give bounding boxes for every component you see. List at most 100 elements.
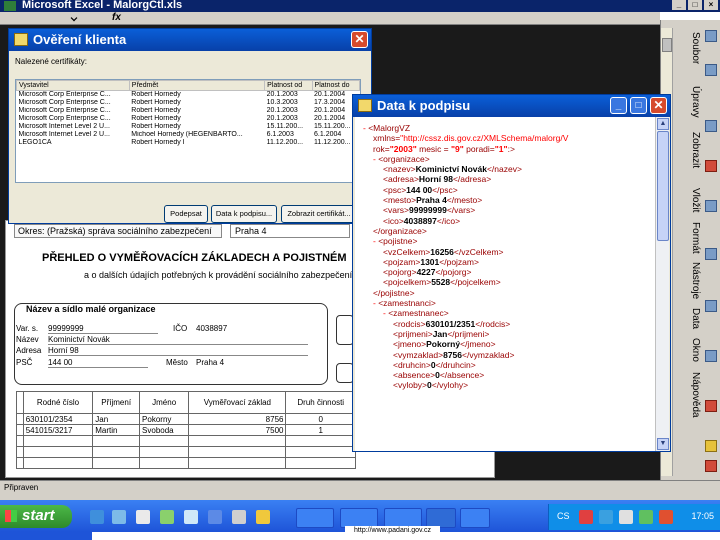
tray-icon-3[interactable] [619,510,633,524]
cell[interactable] [92,446,141,458]
fill-color-icon[interactable] [705,440,717,452]
cell[interactable] [22,457,94,469]
psc-value[interactable]: 144 00 [48,358,148,368]
media-player-icon[interactable] [136,510,150,524]
list-item[interactable]: Microsoft Corp Enterprise C... Robert Hor… [17,107,360,115]
cell[interactable]: Svoboda [139,424,190,436]
xml-content[interactable]: - <MalorgVZ xmlns="http://cssz.dis.gov.cz… [355,117,655,451]
col-predmet[interactable]: Předmět [128,80,266,91]
open-file-icon[interactable] [705,64,717,76]
okres-value[interactable]: Praha 4 [230,224,350,238]
scrollbar-thumb[interactable] [662,38,672,52]
taskbar-task-2[interactable] [340,508,378,528]
close-excel-button[interactable]: × [704,0,718,10]
close-button[interactable]: ✕ [650,97,667,114]
messenger-icon[interactable] [160,510,174,524]
cell[interactable] [22,446,94,458]
taskbar-task-3[interactable] [384,508,422,528]
new-file-icon[interactable] [705,30,717,42]
menu-zobrazit[interactable]: Zobrazit [679,132,701,168]
scroll-up-icon[interactable]: ▲ [657,118,669,130]
cell[interactable]: 8756 [188,413,287,425]
cell[interactable] [188,446,287,458]
chart-icon[interactable] [705,400,717,412]
tray-icon-1[interactable] [579,510,593,524]
tray-icon-4[interactable] [639,510,653,524]
dropdown-arrow-icon[interactable] [70,14,78,22]
minimize-button[interactable]: _ [610,97,627,114]
taskbar-task-1[interactable] [296,508,334,528]
scroll-down-icon[interactable]: ▼ [657,438,669,450]
cell[interactable] [139,435,190,447]
cell[interactable] [285,457,356,469]
col-platnost-do[interactable]: Platnost do [311,80,361,91]
copy-icon[interactable] [705,200,717,212]
ie-icon[interactable] [90,510,104,524]
paste-icon[interactable] [705,248,717,260]
notepad-icon[interactable] [232,510,246,524]
certificate-list[interactable]: Vystavitel Předmět Platnost od Platnost … [15,79,361,183]
list-item[interactable]: LEGO1CA Robert Hornedy I 11.12.200... 11.12… [17,139,360,147]
ico-value[interactable]: 4038897 [196,324,227,333]
font-color-icon[interactable] [705,460,717,472]
cell[interactable] [188,435,287,447]
col-vystavitel[interactable]: Vystavitel [16,80,130,91]
minimize-button[interactable]: _ [672,0,686,10]
outlook-icon[interactable] [112,510,126,524]
list-item[interactable]: Microsoft Internet Level 2 U... Michoel H… [17,131,360,139]
cell[interactable] [285,446,356,458]
maximize-button[interactable]: □ [630,97,647,114]
scrollbar-thumb[interactable] [657,131,669,241]
menu-soubor[interactable]: Soubor [679,32,701,64]
cell[interactable]: Pokorny [139,413,190,425]
menu-vlozit[interactable]: Vložit [679,188,701,212]
cell[interactable] [285,435,356,447]
cell[interactable]: Martin [92,424,141,436]
menu-format[interactable]: Formát [679,222,701,254]
adresa-value[interactable]: Horní 98 [48,346,308,356]
start-button[interactable]: start [0,505,72,528]
undo-icon[interactable] [705,300,717,312]
cell[interactable]: 0 [285,413,356,425]
cell[interactable] [92,457,141,469]
list-item[interactable]: Microsoft Internet Level 2 U... Robert Ho… [17,123,360,131]
menu-okno[interactable]: Okno [679,338,701,362]
podepsat-button[interactable]: Podepsat [164,205,208,223]
clock[interactable]: 17:05 [691,511,714,521]
mesto-value[interactable]: Praha 4 [196,358,224,367]
sum-icon[interactable] [705,350,717,362]
cell[interactable]: 630101/2354 [22,413,94,425]
cell[interactable] [139,446,190,458]
menu-upravy[interactable]: Úpravy [679,86,701,118]
close-button[interactable]: ✕ [351,31,368,48]
explorer-icon[interactable] [184,510,198,524]
zobrazit-certifikat-button[interactable]: Zobrazit certifikát... [281,205,357,223]
dialog-title-bar[interactable]: Data k podpisu _ □ ✕ [353,95,670,117]
list-item[interactable]: Microsoft Corp Enterprise C... Robert Hor… [17,91,360,99]
cell[interactable]: 541015/3217 [22,424,94,436]
col-platnost-od[interactable]: Platnost od [264,80,313,91]
menu-napoveda[interactable]: Nápověda [679,372,701,418]
vs-value[interactable]: 99999999 [48,324,158,334]
folder-icon[interactable] [256,510,270,524]
formula-fx-icon[interactable]: fx [112,12,121,23]
maximize-button[interactable]: □ [688,0,702,10]
list-item[interactable]: Microsoft Corp Enterprise C... Robert Hor… [17,115,360,123]
cell[interactable]: 7500 [188,424,287,436]
tray-icon-5[interactable] [659,510,673,524]
cell[interactable] [188,457,287,469]
word-icon[interactable] [208,510,222,524]
nazev-value[interactable]: Kominictví Novák [48,335,308,345]
taskbar-task-5[interactable] [460,508,490,528]
dialog-title-bar[interactable]: Ověření klienta ✕ [9,29,371,51]
xml-scrollbar[interactable]: ▲ ▼ [655,117,669,451]
cell[interactable] [92,435,141,447]
cell[interactable]: 1 [285,424,356,436]
menu-data[interactable]: Data [679,308,701,329]
cut-icon[interactable] [705,160,717,172]
data-k-podpisu-button[interactable]: Data k podpisu... [211,205,277,223]
taskbar-task-excel[interactable] [426,508,456,528]
cell[interactable] [139,457,190,469]
cell[interactable]: Jan [92,413,141,425]
tray-icon-2[interactable] [599,510,613,524]
